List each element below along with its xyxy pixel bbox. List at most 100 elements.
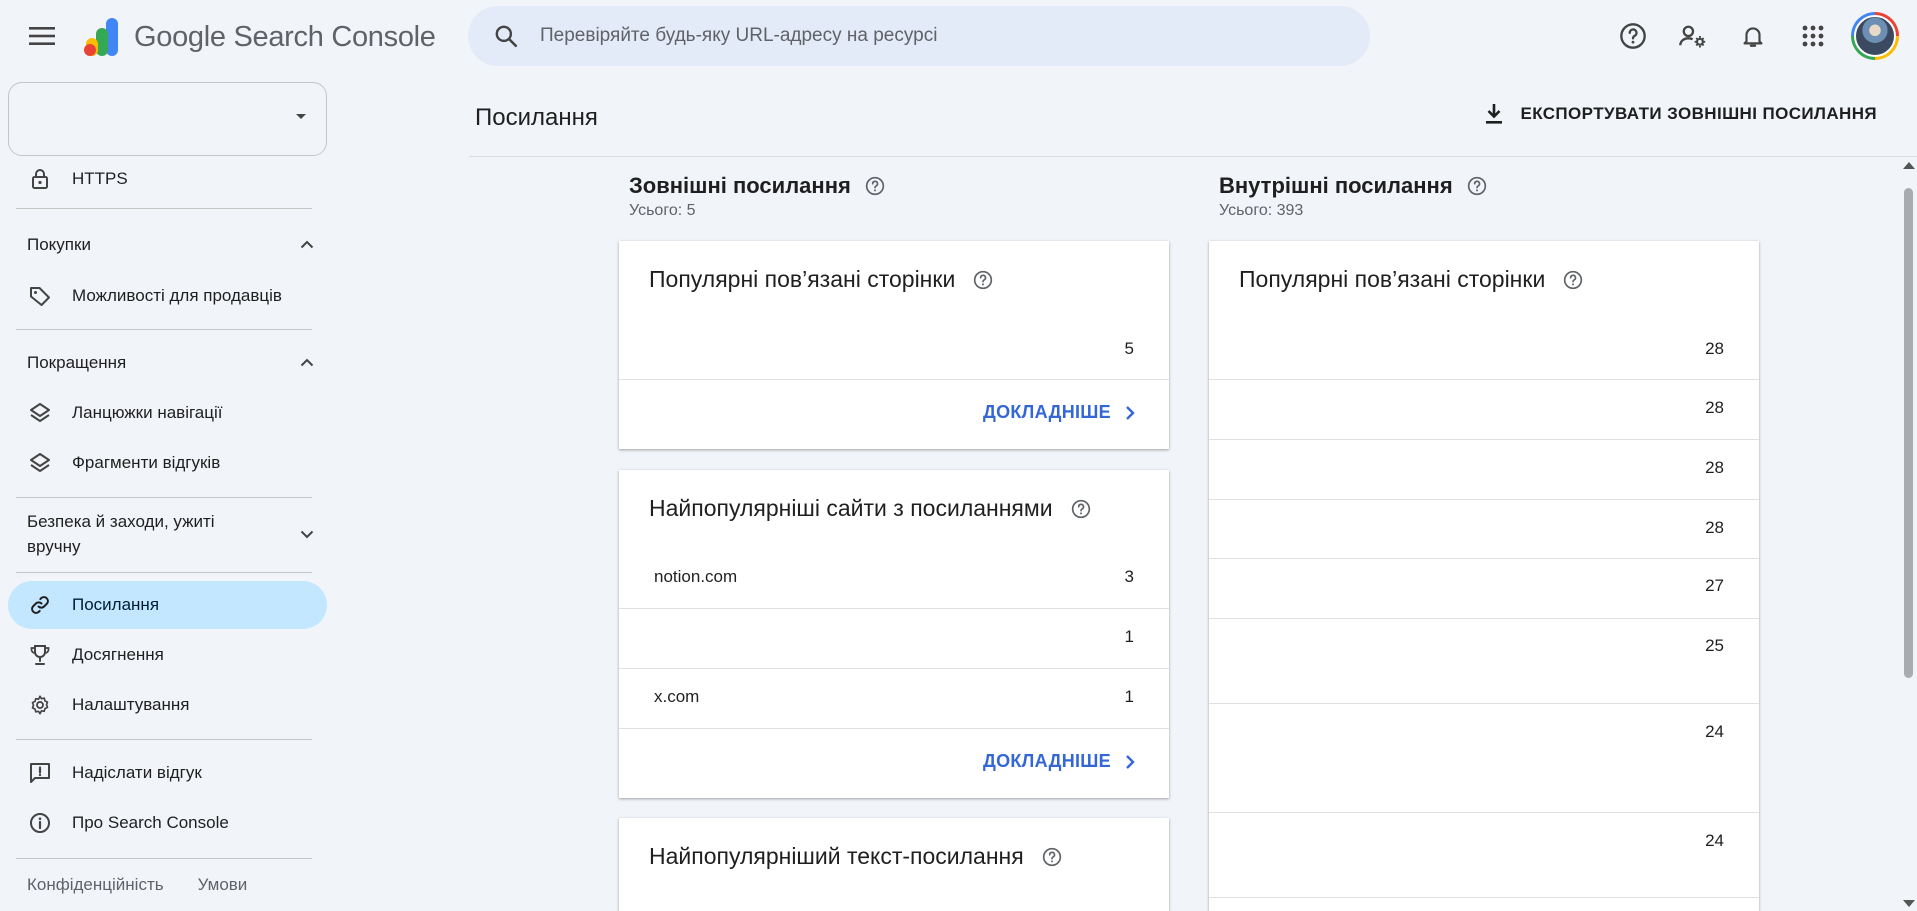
property-selector[interactable]: [8, 82, 327, 156]
table-row[interactable]: 24: [1209, 813, 1759, 898]
section-label: Безпека й заходи, ужиті вручну: [27, 512, 215, 556]
export-external-links-button[interactable]: ЕКСПОРТУВАТИ ЗОВНІШНІ ПОСИЛАННЯ: [1480, 100, 1877, 128]
download-icon: [1480, 100, 1508, 128]
terms-link[interactable]: Умови: [198, 875, 248, 895]
sidebar-item-reviews[interactable]: Фрагменти відгуків: [8, 439, 327, 487]
help-icon[interactable]: [973, 270, 993, 290]
info-icon: [28, 811, 52, 835]
menu-icon: [29, 27, 55, 45]
search-input[interactable]: [540, 25, 1300, 47]
table-row[interactable]: 27: [1209, 559, 1759, 619]
apps-button[interactable]: [1789, 12, 1837, 60]
search-console-logo[interactable]: Google Search Console: [80, 16, 436, 58]
table-row[interactable]: 28: [1209, 321, 1759, 380]
section-toggle-security[interactable]: Безпека й заходи, ужиті вручну: [8, 509, 319, 559]
row-value: 24: [1705, 722, 1724, 741]
internal-links-total: Усього: 393: [1219, 202, 1304, 219]
sidebar-divider: [16, 739, 312, 740]
scrollbar-thumb[interactable]: [1904, 188, 1913, 678]
account-avatar[interactable]: [1851, 12, 1899, 60]
layers-icon: [28, 451, 52, 475]
row-value: 28: [1705, 518, 1724, 537]
external-links-heading: Зовнішні посилання: [629, 173, 885, 199]
section-toggle-shopping[interactable]: Покупки: [8, 232, 319, 257]
sidebar-item-label: Посилання: [72, 595, 160, 614]
sidebar-item-merchant[interactable]: Можливості для продавців: [8, 272, 327, 320]
internal-links-heading: Внутрішні посилання: [1219, 173, 1487, 199]
dropdown-caret-icon: [296, 114, 306, 119]
scroll-down-arrow-icon[interactable]: [1903, 900, 1915, 907]
help-icon[interactable]: [1467, 176, 1487, 196]
sidebar-item-about[interactable]: Про Search Console: [8, 799, 327, 847]
table-row[interactable]: 28: [1209, 380, 1759, 440]
user-settings-button[interactable]: [1669, 12, 1717, 60]
row-label: x.com: [654, 687, 700, 706]
external-top-pages-card: Популярні пов’язані сторінки 5 ДОКЛАДНІШ…: [619, 241, 1169, 449]
sidebar-item-settings[interactable]: Налаштування: [8, 681, 327, 729]
help-icon[interactable]: [865, 176, 885, 196]
help-icon[interactable]: [1071, 499, 1091, 519]
sidebar-item-achievements[interactable]: Досягнення: [8, 631, 327, 679]
bell-icon: [1743, 27, 1763, 47]
sidebar-item-https[interactable]: HTTPS: [8, 155, 327, 203]
row-value: 24: [1705, 831, 1724, 850]
privacy-link[interactable]: Конфіденційність: [27, 875, 164, 895]
row-value: 28: [1705, 339, 1724, 358]
table-row[interactable]: 25: [1209, 619, 1759, 704]
gear-icon: [28, 693, 52, 717]
chevron-up-icon: [295, 233, 319, 257]
row-value: 28: [1705, 458, 1724, 477]
sidebar-item-breadcrumbs[interactable]: Ланцюжки навігації: [8, 389, 327, 437]
page-title: Посилання: [475, 104, 598, 131]
app-title: Google Search Console: [134, 20, 436, 53]
row-value: 1: [1124, 627, 1134, 646]
layers-icon: [28, 401, 52, 425]
row-value: 25: [1705, 636, 1724, 655]
table-row[interactable]: 24: [1209, 704, 1759, 813]
table-row[interactable]: notion.com 3: [619, 549, 1169, 609]
sidebar-item-label: Налаштування: [72, 695, 190, 714]
card-title: Найпопулярніші сайти з посиланнями: [649, 495, 1091, 522]
main-scrollbar[interactable]: [1899, 158, 1917, 911]
sidebar-divider: [16, 208, 312, 209]
link-icon: [28, 593, 52, 617]
row-value: 1: [1124, 687, 1134, 706]
more-details-button[interactable]: ДОКЛАДНІШЕ: [983, 751, 1135, 772]
table-row[interactable]: x.com 1: [619, 669, 1169, 729]
search-icon: [490, 20, 522, 52]
more-details-button[interactable]: ДОКЛАДНІШЕ: [983, 402, 1135, 423]
notifications-button[interactable]: [1729, 12, 1777, 60]
sidebar-item-feedback[interactable]: Надіслати відгук: [8, 749, 327, 797]
section-label: Покупки: [27, 235, 91, 254]
card-title: Популярні пов’язані сторінки: [649, 266, 993, 293]
external-top-text-card: Найпопулярніший текст-посилання: [619, 818, 1169, 911]
header-divider: [469, 156, 1917, 157]
help-icon: [1620, 23, 1646, 49]
help-icon[interactable]: [1563, 270, 1583, 290]
table-row[interactable]: 1: [619, 609, 1169, 669]
help-button[interactable]: [1609, 12, 1657, 60]
table-row[interactable]: 5: [619, 321, 1169, 380]
table-row[interactable]: 28: [1209, 440, 1759, 500]
avatar-image: [1854, 15, 1896, 57]
chevron-right-icon: [1125, 405, 1135, 421]
external-links-total: Усього: 5: [629, 202, 696, 219]
help-icon[interactable]: [1042, 847, 1062, 867]
main-menu-button[interactable]: [22, 20, 62, 52]
scroll-up-arrow-icon[interactable]: [1903, 162, 1915, 169]
manage-account-icon: [1679, 25, 1706, 48]
section-toggle-enhancements[interactable]: Покращення: [8, 350, 319, 375]
trophy-icon: [28, 643, 52, 667]
table-row[interactable]: 28: [1209, 500, 1759, 559]
chevron-up-icon: [295, 351, 319, 375]
sidebar-item-label: Досягнення: [72, 645, 164, 664]
sidebar-item-links[interactable]: Посилання: [8, 581, 327, 629]
top-actions: [1597, 12, 1917, 60]
sidebar-divider: [16, 858, 312, 859]
url-inspection-search[interactable]: [468, 6, 1370, 66]
sidebar-item-label: Про Search Console: [72, 813, 229, 832]
row-value: 28: [1705, 398, 1724, 417]
section-label: Покращення: [27, 353, 127, 372]
sidebar-footer: Конфіденційність Умови: [27, 875, 281, 895]
row-value: 3: [1124, 567, 1134, 586]
